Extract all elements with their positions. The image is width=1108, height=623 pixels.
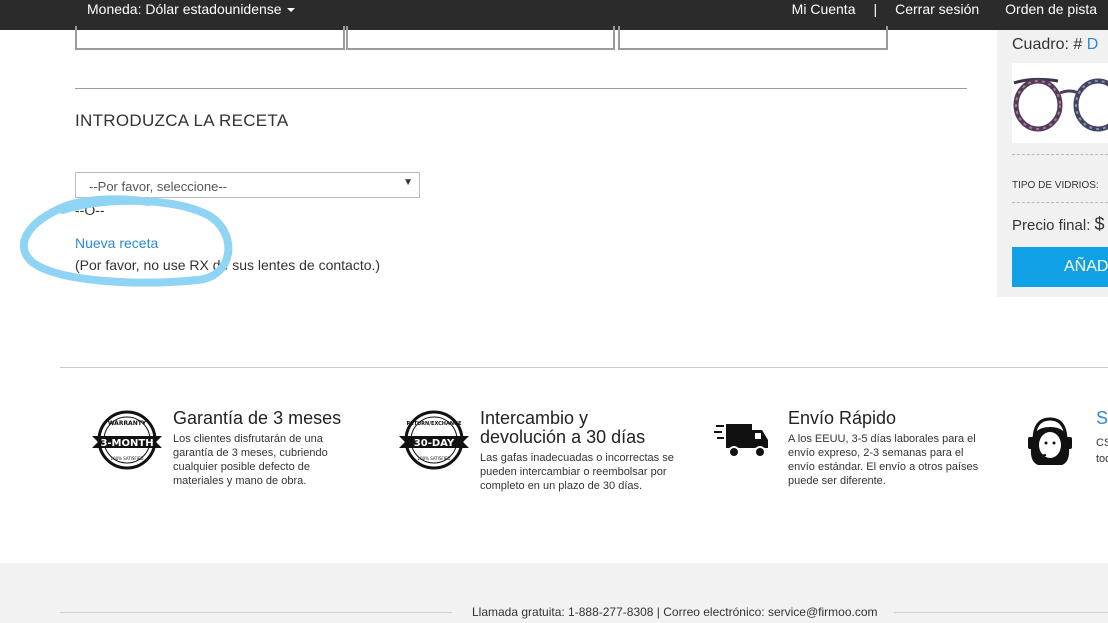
option-box[interactable] [75,26,345,50]
glasses-icon [1013,77,1108,132]
feature-title: Envío Rápido [788,408,897,428]
option-box[interactable] [618,26,888,50]
footer: Llamada gratuita: 1-888-277-8308 | Corre… [0,563,1108,623]
final-price: Precio final: $ [1012,214,1105,235]
divider [60,612,452,613]
caret-down-icon [286,8,295,13]
feature-desc-line-2: tod [1096,453,1108,465]
badge-main-text: 30-DAY [414,438,455,449]
account-links: Mi Cuenta | Cerrar sesión Orden de pista [792,1,1097,17]
section-title: INTRODUZCA LA RECETA [75,111,289,130]
final-price-label: Precio final: [1012,217,1095,234]
feature-title: Garantía de 3 meses [173,408,342,428]
dropdown-arrow-icon: ▼ [403,177,413,188]
warranty-badge-icon: WARRANTY 3-MONTH 100% SATISFIED [92,410,162,470]
feature-title: Intercambio y devolución a 30 días [480,408,646,447]
footer-contact: Llamada gratuita: 1-888-277-8308 | Corre… [472,605,878,619]
separator: | [873,1,878,17]
add-to-cart-button[interactable]: AÑAD [1012,247,1108,287]
option-box[interactable] [346,26,615,50]
logout-link[interactable]: Cerrar sesión [895,1,979,17]
divider [75,88,967,89]
frame-label-text: Cuadro: # [1012,36,1083,53]
badge-bottom-text: 100% SATISFIED [418,456,451,461]
divider [1012,154,1108,155]
badge-main-text: 3-MONTH [100,438,153,449]
feature-desc-line-1: CS [1096,437,1108,449]
frame-label: Cuadro: # D [1012,36,1098,54]
delivery-truck-icon [714,424,768,458]
customer-support-icon [1028,417,1072,465]
badge-bottom-text: 100% SATISFIED [111,456,144,461]
frame-thumbnail [1012,63,1108,143]
highlight-circle-annotation [19,195,233,287]
badge-top-text: WARRANTY [108,420,147,427]
frame-number-link[interactable]: D [1087,36,1099,53]
badge-top-text: RETURN/EXCHANGE [406,421,462,427]
my-account-link[interactable]: Mi Cuenta [792,1,856,17]
currency-selector[interactable]: Moneda: Dólar estadounidense [87,1,295,17]
divider [1012,202,1108,203]
currency-label: Moneda: Dólar estadounidense [87,1,282,17]
currency-symbol: $ [1094,214,1105,234]
exchange-badge-icon: RETURN/EXCHANGE 30-DAY 100% SATISFIED [399,410,469,470]
feature-title: Se [1096,408,1108,428]
track-order-link[interactable]: Orden de pista [1005,1,1097,17]
divider [60,367,1108,368]
divider [894,612,1108,613]
order-summary-sidebar: Cuadro: # D TIPO DE VIDRIOS: Precio fina… [997,30,1108,297]
feature-desc: Los clientes disfrutarán de una garantía… [173,433,328,487]
feature-desc: A los EEUU, 3-5 días laborales para el e… [788,433,979,487]
feature-desc: Las gafas inadecuadas o incorrectas se p… [480,452,674,492]
lens-type: TIPO DE VIDRIOS: [1012,180,1099,191]
